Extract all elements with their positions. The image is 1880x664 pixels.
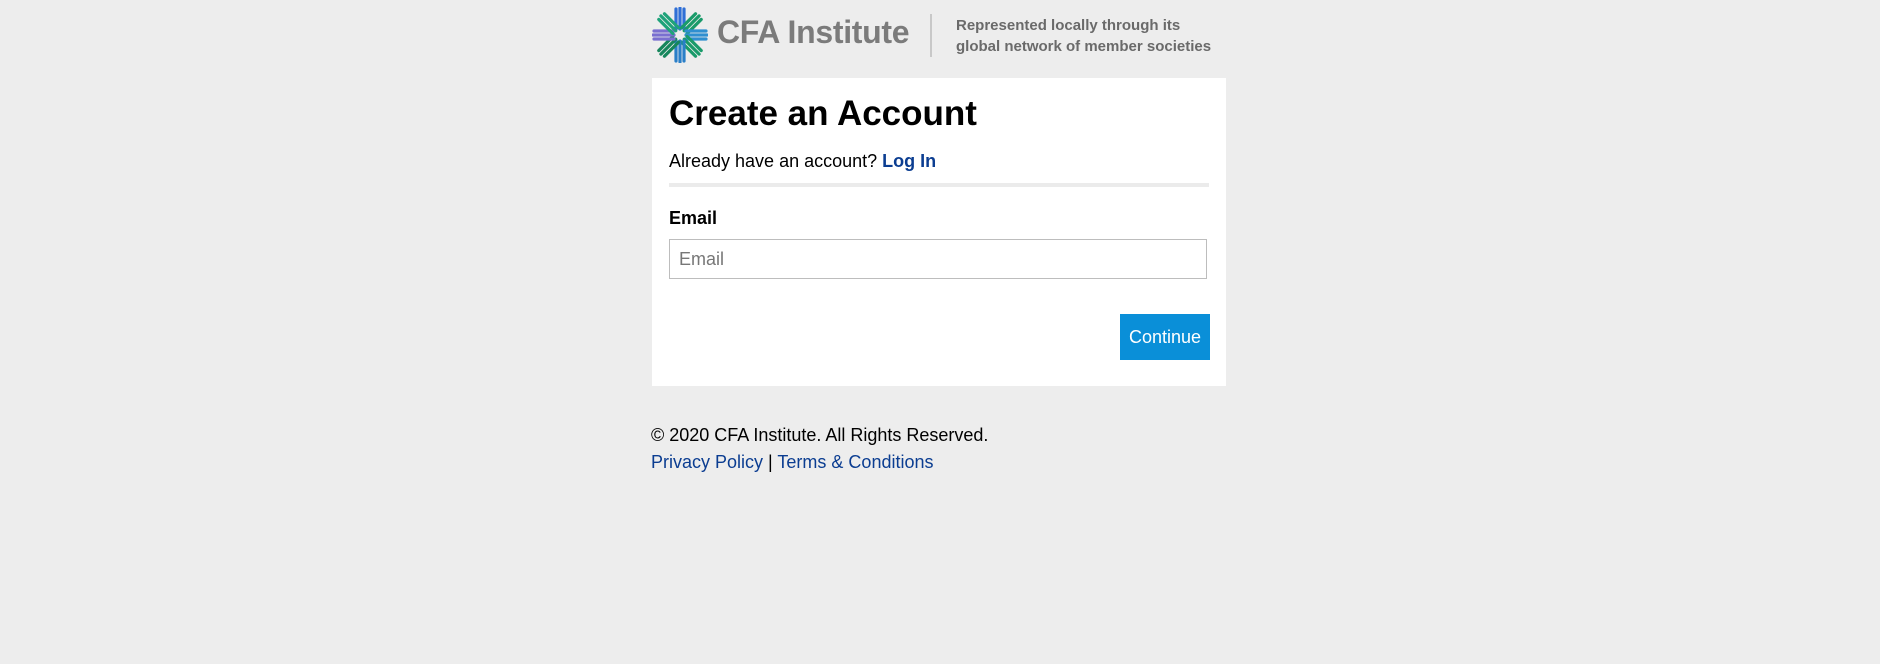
- terms-conditions-link[interactable]: Terms & Conditions: [777, 452, 933, 472]
- copyright-text: © 2020 CFA Institute. All Rights Reserve…: [651, 425, 989, 445]
- header-divider: [930, 14, 932, 57]
- privacy-policy-link[interactable]: Privacy Policy: [651, 452, 763, 472]
- continue-button[interactable]: Continue: [1120, 314, 1210, 360]
- brand-name[interactable]: CFA Institute: [717, 14, 910, 51]
- section-divider: [669, 183, 1209, 187]
- email-label: Email: [669, 208, 718, 228]
- page-title: Create an Account: [669, 94, 977, 133]
- create-account-card: Create an Account Already have an accoun…: [652, 78, 1226, 386]
- footer-link-separator: |: [768, 452, 773, 472]
- tagline-line-1: Represented locally through its: [956, 17, 1181, 34]
- login-prompt: Already have an account? Log In: [669, 151, 936, 172]
- header-tagline: Represented locally through its global n…: [956, 15, 1236, 57]
- login-prompt-text: Already have an account?: [669, 151, 878, 171]
- site-footer: © 2020 CFA Institute. All Rights Reserve…: [651, 422, 988, 476]
- email-field[interactable]: [669, 239, 1207, 279]
- footer-links: Privacy Policy | Terms & Conditions: [651, 449, 988, 476]
- cfa-starburst-icon[interactable]: [652, 7, 708, 63]
- tagline-line-2: global network of member societies: [956, 38, 1212, 55]
- login-link[interactable]: Log In: [882, 151, 936, 171]
- site-header: CFA Institute Represented locally throug…: [651, 0, 1226, 78]
- page-wrapper: CFA Institute Represented locally throug…: [651, 0, 1226, 472]
